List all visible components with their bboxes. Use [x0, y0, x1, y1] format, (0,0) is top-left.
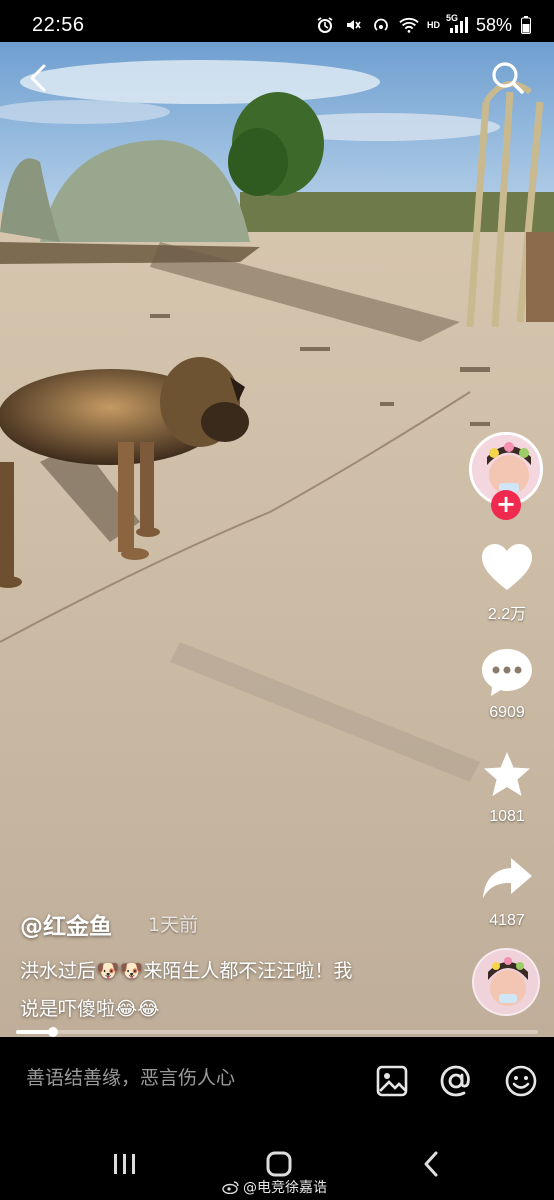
share-icon: [483, 858, 532, 898]
follow-button[interactable]: +: [491, 490, 521, 520]
comment-input[interactable]: [26, 1067, 346, 1089]
comment-count: 6909: [489, 704, 525, 721]
network-label: HD: [426, 19, 440, 30]
caption-line-2: 说是吓傻啦😂😂: [20, 998, 160, 1020]
emoji-icon: [505, 1065, 537, 1097]
post-time: 1天前: [148, 914, 199, 936]
back-icon: [30, 64, 46, 92]
status-time: 22:56: [32, 13, 85, 36]
like-count: 2.2万: [487, 606, 527, 623]
video-caption: 洪水过后🐶🐶来陌生人都不汪汪啦！我 说是吓傻啦😂😂: [20, 952, 440, 1028]
at-icon: [440, 1065, 470, 1097]
search-icon: [492, 62, 524, 94]
home-button[interactable]: [258, 1148, 298, 1180]
caption-line-1: 洪水过后🐶🐶来陌生人都不汪汪啦！我: [20, 960, 353, 982]
weibo-logo-icon: [222, 1181, 239, 1194]
battery-percent: 58%: [475, 14, 512, 35]
heart-icon: [482, 544, 532, 590]
share-action[interactable]: 4187: [462, 854, 552, 930]
nav-back-button[interactable]: [414, 1148, 454, 1180]
nav-back-icon: [424, 1151, 438, 1177]
author-avatar-group[interactable]: +: [469, 432, 545, 522]
video-player[interactable]: + 2.2万 6909 1081 4187 @红金鱼 1天前 洪水过后🐶🐶来陌生…: [0, 42, 554, 1037]
watermark: @电竞徐嘉诰: [222, 1177, 327, 1197]
share-count: 4187: [489, 912, 525, 929]
image-button[interactable]: [374, 1063, 410, 1099]
author-name[interactable]: @红金鱼: [20, 907, 112, 941]
alarm-icon: [315, 15, 335, 35]
favorite-count: 1081: [489, 808, 525, 825]
recents-icon: [114, 1154, 135, 1174]
mention-button[interactable]: [438, 1063, 474, 1099]
status-icons: HD 5G 58%: [315, 13, 532, 36]
comment-bar: [0, 1037, 554, 1132]
back-button[interactable]: [22, 60, 58, 96]
battery-icon: [520, 15, 532, 35]
star-icon: [484, 752, 530, 796]
progress-knob[interactable]: [47, 1027, 58, 1037]
signal-icon: 5G: [445, 13, 468, 35]
wifi-icon: [399, 15, 419, 35]
image-icon: [376, 1065, 408, 1097]
comment-action[interactable]: 6909: [462, 646, 552, 722]
mute-icon: [343, 15, 363, 35]
signal-type: 5G: [445, 13, 458, 23]
like-action[interactable]: 2.2万: [462, 542, 552, 624]
music-disc[interactable]: [472, 948, 540, 1016]
hotspot-icon: [371, 15, 391, 35]
video-progress-bar[interactable]: [16, 1027, 538, 1037]
favorite-action[interactable]: 1081: [462, 750, 552, 826]
recents-button[interactable]: [104, 1148, 144, 1180]
comment-icon: [482, 649, 532, 696]
watermark-text: @电竞徐嘉诰: [243, 1180, 327, 1196]
home-icon: [266, 1151, 292, 1177]
emoji-button[interactable]: [503, 1063, 539, 1099]
search-button[interactable]: [488, 58, 528, 98]
